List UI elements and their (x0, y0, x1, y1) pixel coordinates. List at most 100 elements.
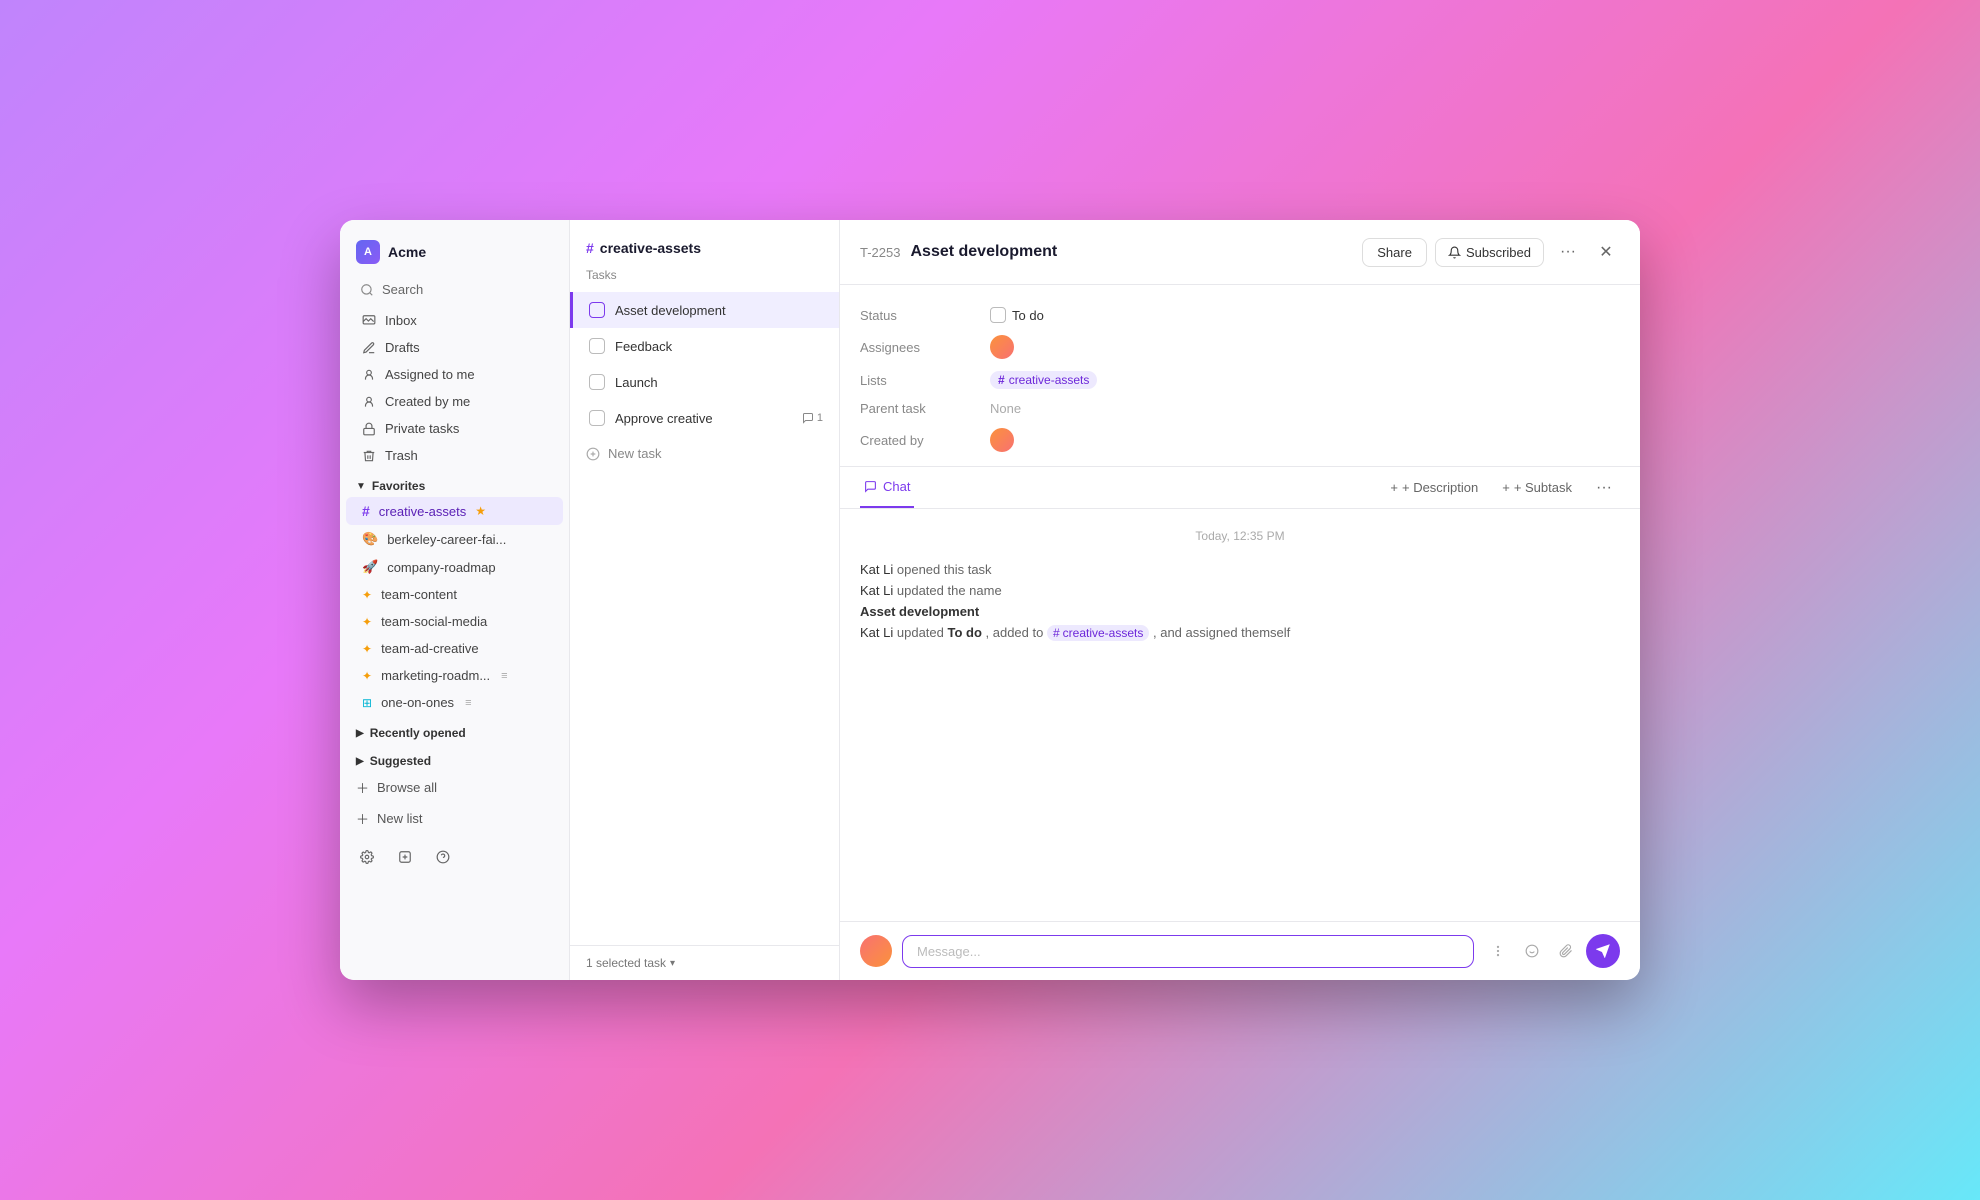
chat-tab-icon (864, 480, 877, 493)
chat-input-area (840, 921, 1640, 980)
emoji-button[interactable] (1518, 937, 1546, 965)
sidebar-item-trash[interactable]: Trash (346, 442, 563, 469)
task-label-4: Approve creative (615, 411, 792, 426)
task-title[interactable]: Asset development (910, 243, 1352, 261)
search-button[interactable]: Search (348, 276, 561, 303)
list-tag[interactable]: # creative-assets (990, 371, 1097, 389)
send-button[interactable] (1586, 934, 1620, 968)
new-task-button[interactable]: New task (570, 436, 839, 471)
add-button[interactable] (390, 842, 420, 872)
inbox-icon (362, 314, 376, 328)
sidebar-item-assigned[interactable]: Assigned to me (346, 361, 563, 388)
updated-label: updated (897, 625, 948, 640)
new-list-button[interactable]: ＋ New list (340, 803, 569, 834)
chat-messages: Today, 12:35 PM Kat Li opened this task … (840, 509, 1640, 921)
attachment-button[interactable] (1552, 937, 1580, 965)
roadmap-label: company-roadmap (387, 560, 495, 575)
berkeley-label: berkeley-career-fai... (387, 532, 506, 547)
sidebar-item-one-on-ones[interactable]: ⊞ one-on-ones ≡ (346, 689, 563, 716)
tab-chat[interactable]: Chat (860, 467, 914, 508)
search-icon (360, 283, 374, 297)
detail-header: T-2253 Asset development Share Subscribe… (840, 220, 1640, 285)
task-checkbox-2[interactable] (589, 338, 605, 354)
description-label: + Description (1402, 480, 1478, 495)
task-label-1: Asset development (615, 303, 823, 318)
add-subtask-btn[interactable]: + + Subtask (1494, 474, 1580, 501)
sidebar-item-created[interactable]: Created by me (346, 388, 563, 415)
one-on-ones-label: one-on-ones (381, 695, 454, 710)
subscribed-button[interactable]: Subscribed (1435, 238, 1544, 267)
task-id: T-2253 (860, 245, 900, 260)
task-item-feedback[interactable]: Feedback (570, 328, 839, 364)
assignees-label: Assignees (860, 340, 990, 355)
assignees-value[interactable] (990, 335, 1014, 359)
drafts-icon (362, 341, 376, 355)
settings-button[interactable] (352, 842, 382, 872)
suggested-label: Suggested (370, 754, 431, 768)
sidebar-actions-row (340, 834, 569, 872)
name-value: Asset development (860, 604, 979, 619)
sidebar-item-berkeley[interactable]: 🎨 berkeley-career-fai... (346, 525, 563, 553)
browse-all-button[interactable]: ＋ Browse all (340, 772, 569, 803)
marketing-label: marketing-roadm... (381, 668, 490, 683)
sidebar-item-drafts[interactable]: Drafts (346, 334, 563, 361)
task-item-launch[interactable]: Launch (570, 364, 839, 400)
settings-icon (360, 850, 374, 864)
attachment-icon (1559, 944, 1573, 958)
parent-label: Parent task (860, 401, 990, 416)
created-avatar (990, 428, 1014, 452)
sidebar-item-roadmap[interactable]: 🚀 company-roadmap (346, 553, 563, 581)
sidebar-item-creative-assets[interactable]: # creative-assets ★ (346, 497, 563, 525)
activity-status: Kat Li updated To do , added to # creati… (860, 622, 1620, 644)
more-options-chat-btn[interactable] (1484, 937, 1512, 965)
status-value[interactable]: To do (990, 307, 1044, 323)
task-item-approve[interactable]: Approve creative 1 (570, 400, 839, 436)
rocket-icon: 🚀 (362, 559, 378, 575)
chat-tab-actions: + + Description + + Subtask ··· (1382, 472, 1620, 504)
sidebar-item-inbox[interactable]: Inbox (346, 307, 563, 334)
browse-all-label: Browse all (377, 780, 437, 795)
assigned-label: , and assigned themself (1153, 625, 1290, 640)
list-activity-tag: # creative-assets (1047, 625, 1149, 641)
task-item-asset-development[interactable]: Asset development (570, 292, 839, 328)
task-label-3: Launch (615, 375, 823, 390)
list-tag-hash: # (998, 373, 1005, 387)
add-icon (398, 850, 412, 864)
todo-label: To do (947, 625, 985, 640)
status-label: Status (860, 308, 990, 323)
action-1: opened this task (897, 562, 992, 577)
task-checkbox-3[interactable] (589, 374, 605, 390)
meta-section: Status To do Assignees Lists # creative-… (840, 285, 1640, 467)
activity-opened: Kat Li opened this task (860, 559, 1620, 580)
detail-panel: T-2253 Asset development Share Subscribe… (840, 220, 1640, 980)
action-2: updated the name (897, 583, 1002, 598)
team-ad-label: team-ad-creative (381, 641, 479, 656)
tag-name: creative-assets (1063, 626, 1144, 640)
tag-hash: # (1053, 626, 1060, 640)
add-description-btn[interactable]: + + Description (1382, 474, 1486, 501)
task-checkbox-4[interactable] (589, 410, 605, 426)
message-input[interactable] (902, 935, 1474, 968)
more-options-button[interactable]: ··· (1552, 236, 1584, 268)
selected-count: 1 selected task (586, 956, 666, 970)
close-button[interactable]: ✕ (1592, 238, 1620, 266)
task-checkbox-1[interactable] (589, 302, 605, 318)
sidebar-item-team-content[interactable]: ✦ team-content (346, 581, 563, 608)
trash-label: Trash (385, 448, 418, 463)
list-name: creative-assets (600, 240, 701, 256)
sidebar-item-team-social[interactable]: ✦ team-social-media (346, 608, 563, 635)
status-checkbox[interactable] (990, 307, 1006, 323)
sidebar-item-marketing[interactable]: ✦ marketing-roadm... ≡ (346, 662, 563, 689)
chat-more-button[interactable]: ··· (1588, 472, 1620, 504)
parent-text: None (990, 401, 1021, 416)
favorites-header[interactable]: ▼ Favorites (340, 469, 569, 497)
lists-value[interactable]: # creative-assets (990, 371, 1097, 389)
sidebar-item-team-ad[interactable]: ✦ team-ad-creative (346, 635, 563, 662)
share-button[interactable]: Share (1362, 238, 1427, 267)
team-social-label: team-social-media (381, 614, 487, 629)
status-row: Status To do (860, 301, 1620, 329)
suggested-header[interactable]: ▶ Suggested (340, 744, 569, 772)
help-button[interactable] (428, 842, 458, 872)
sidebar-item-private[interactable]: Private tasks (346, 415, 563, 442)
recently-opened-header[interactable]: ▶ Recently opened (340, 716, 569, 744)
